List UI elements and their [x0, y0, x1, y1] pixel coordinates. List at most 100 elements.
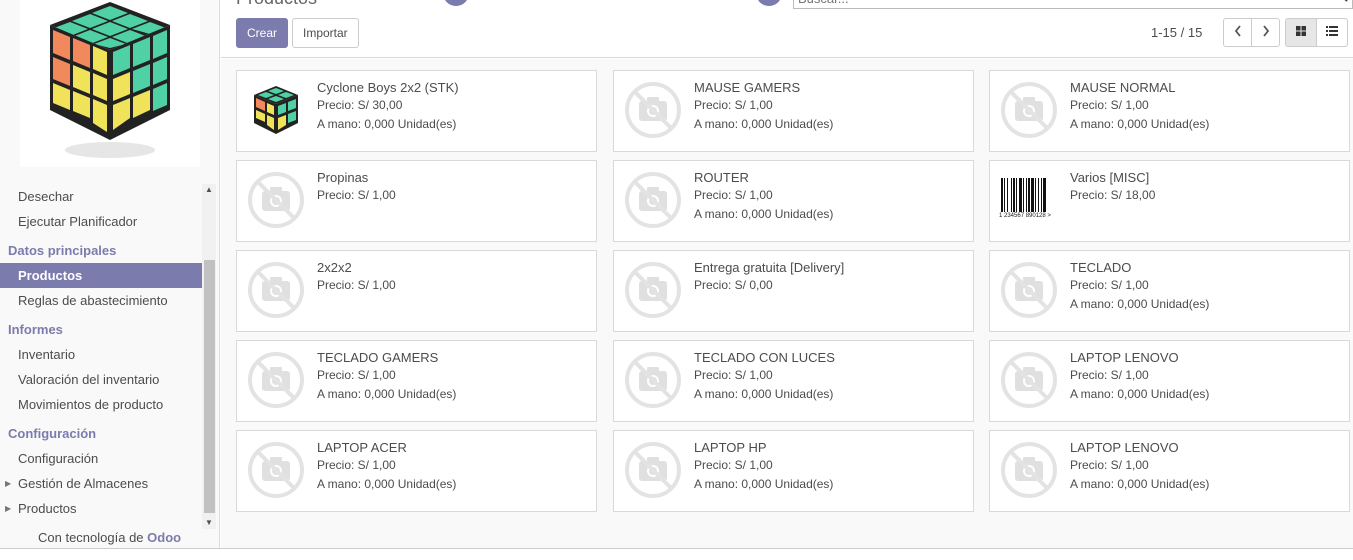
- sidebar-item[interactable]: Valoración del inventario: [0, 367, 202, 392]
- product-stock: A mano: 0,000 Unidad(es): [317, 117, 457, 131]
- product-price: Precio: S/ 1,00: [694, 458, 773, 472]
- menu-section-heading: Datos principales: [0, 234, 202, 263]
- action-circle-button[interactable]: [443, 0, 469, 6]
- product-image: [246, 80, 306, 140]
- control-panel: Productos Crear Importar 1-15 / 15: [221, 0, 1353, 58]
- product-name: MAUSE NORMAL: [1070, 80, 1176, 95]
- no-image-placeholder-icon: [999, 260, 1059, 320]
- grid-icon: [1296, 26, 1306, 36]
- product-name: TECLADO: [1070, 260, 1132, 275]
- odoo-link[interactable]: Odoo: [147, 530, 181, 545]
- sidebar-item-label: Reglas de abastecimiento: [18, 293, 168, 308]
- search-input[interactable]: [798, 0, 1318, 6]
- product-price: Precio: S/ 1,00: [1070, 368, 1149, 382]
- caret-right-icon: ▶: [5, 504, 12, 513]
- search-box: [793, 0, 1353, 9]
- sidebar-item[interactable]: Configuración: [0, 446, 202, 471]
- no-image-placeholder-icon: [999, 350, 1059, 410]
- product-price: Precio: S/ 30,00: [317, 98, 403, 112]
- product-card[interactable]: Cyclone Boys 2x2 (STK) Precio: S/ 30,00 A …: [236, 70, 597, 152]
- scroll-down-icon[interactable]: ▼: [205, 519, 213, 527]
- company-logo: [20, 0, 200, 167]
- product-card[interactable]: LAPTOP ACER Precio: S/ 1,00 A mano: 0,000 …: [236, 430, 597, 512]
- scroll-up-icon[interactable]: ▲: [205, 186, 213, 194]
- kanban-view: Cyclone Boys 2x2 (STK) Precio: S/ 30,00 A …: [221, 59, 1353, 548]
- no-image-placeholder-icon: [623, 350, 683, 410]
- list-view-button[interactable]: [1316, 18, 1348, 47]
- kanban-view-button[interactable]: [1285, 18, 1317, 47]
- sidebar-item-label: Informes: [8, 322, 63, 337]
- sidebar-item[interactable]: ▶ Productos: [0, 496, 202, 521]
- sidebar-item-label: Movimientos de producto: [18, 397, 164, 412]
- app: Desechar Ejecutar Planificador Datos princ…: [0, 0, 1353, 560]
- product-name: Propinas: [317, 170, 369, 185]
- pager-next-button[interactable]: [1251, 18, 1280, 47]
- sidebar-item[interactable]: Reglas de abastecimiento: [0, 288, 202, 313]
- scroll-thumb[interactable]: [204, 260, 215, 513]
- product-name: ROUTER: [694, 170, 749, 185]
- sidebar-item-label: Configuración: [18, 451, 99, 466]
- chevron-right-icon: [1262, 25, 1269, 37]
- pager-value[interactable]: 1-15 / 15: [1151, 25, 1202, 40]
- menu-section-heading: Configuración: [0, 417, 202, 446]
- sidebar-item-label: Desechar: [18, 189, 74, 204]
- barcode-image: 1 234567 890128 >: [999, 170, 1059, 230]
- product-price: Precio: S/ 1,00: [694, 188, 773, 202]
- product-card[interactable]: MAUSE NORMAL Precio: S/ 1,00 A mano: 0,000…: [989, 70, 1350, 152]
- product-card[interactable]: ROUTER Precio: S/ 1,00 A mano: 0,000 Unida…: [613, 160, 974, 242]
- product-stock: A mano: 0,000 Unidad(es): [694, 207, 834, 221]
- bottom-bar: [0, 548, 1353, 560]
- menu-section-heading: Informes: [0, 313, 202, 342]
- no-image-placeholder-icon: [246, 440, 306, 500]
- product-card[interactable]: 1 234567 890128 > Varios [MISC] Precio: S/…: [989, 160, 1350, 242]
- product-card[interactable]: LAPTOP LENOVO Precio: S/ 1,00 A mano: 0,00…: [989, 430, 1350, 512]
- product-card[interactable]: TECLADO CON LUCES Precio: S/ 1,00 A mano: …: [613, 340, 974, 422]
- chevron-left-icon: [1234, 25, 1241, 37]
- no-image-placeholder-icon: [623, 260, 683, 320]
- product-card[interactable]: LAPTOP LENOVO Precio: S/ 1,00 A mano: 0,00…: [989, 340, 1350, 422]
- product-price: Precio: S/ 0,00: [694, 278, 773, 292]
- no-image-placeholder-icon: [246, 260, 306, 320]
- sidebar-item[interactable]: Inventario: [0, 342, 202, 367]
- sidebar-item[interactable]: ▶ Gestión de Almacenes: [0, 471, 202, 496]
- sidebar-item-label: Datos principales: [8, 243, 117, 258]
- product-card[interactable]: TECLADO GAMERS Precio: S/ 1,00 A mano: 0,0…: [236, 340, 597, 422]
- product-price: Precio: S/ 1,00: [694, 368, 773, 382]
- product-price: Precio: S/ 1,00: [1070, 458, 1149, 472]
- product-card[interactable]: MAUSE GAMERS Precio: S/ 1,00 A mano: 0,000…: [613, 70, 974, 152]
- sidebar-item[interactable]: Ejecutar Planificador: [0, 209, 202, 234]
- no-image-placeholder-icon: [246, 350, 306, 410]
- sidebar-scrollbar[interactable]: ▲ ▼: [202, 184, 216, 529]
- product-name: Cyclone Boys 2x2 (STK): [317, 80, 459, 95]
- product-name: LAPTOP LENOVO: [1070, 350, 1179, 365]
- product-price: Precio: S/ 1,00: [317, 368, 396, 382]
- product-name: 2x2x2: [317, 260, 352, 275]
- barcode-number: 1 234567 890128 >: [999, 213, 1051, 219]
- product-stock: A mano: 0,000 Unidad(es): [694, 117, 834, 131]
- product-card[interactable]: LAPTOP HP Precio: S/ 1,00 A mano: 0,000 Un…: [613, 430, 974, 512]
- product-card[interactable]: Entrega gratuita [Delivery] Precio: S/ 0,…: [613, 250, 974, 332]
- caret-right-icon: ▶: [5, 479, 12, 488]
- search-options-button[interactable]: [756, 0, 782, 6]
- sidebar-item[interactable]: Movimientos de producto: [0, 392, 202, 417]
- import-button[interactable]: Importar: [292, 18, 359, 48]
- product-card[interactable]: Propinas Precio: S/ 1,00: [236, 160, 597, 242]
- product-name: LAPTOP LENOVO: [1070, 440, 1179, 455]
- product-price: Precio: S/ 18,00: [1070, 188, 1156, 202]
- product-stock: A mano: 0,000 Unidad(es): [317, 477, 457, 491]
- sidebar-item-label: Ejecutar Planificador: [18, 214, 138, 229]
- search-icon[interactable]: [1334, 0, 1348, 5]
- create-button[interactable]: Crear: [236, 18, 289, 48]
- sidebar-item-label: Configuración: [8, 426, 97, 441]
- product-card[interactable]: 2x2x2 Precio: S/ 1,00: [236, 250, 597, 332]
- product-name: TECLADO CON LUCES: [694, 350, 835, 365]
- powered-by-text: Con tecnología de: [38, 530, 148, 545]
- pager-previous-button[interactable]: [1223, 18, 1252, 47]
- product-stock: A mano: 0,000 Unidad(es): [1070, 297, 1210, 311]
- sidebar-menu: Desechar Ejecutar Planificador Datos princ…: [0, 184, 202, 521]
- sidebar-item[interactable]: Desechar: [0, 184, 202, 209]
- sidebar-item[interactable]: Productos: [0, 263, 202, 288]
- product-card[interactable]: TECLADO Precio: S/ 1,00 A mano: 0,000 Unid…: [989, 250, 1350, 332]
- no-image-placeholder-icon: [999, 80, 1059, 140]
- page-title: Productos: [236, 0, 317, 9]
